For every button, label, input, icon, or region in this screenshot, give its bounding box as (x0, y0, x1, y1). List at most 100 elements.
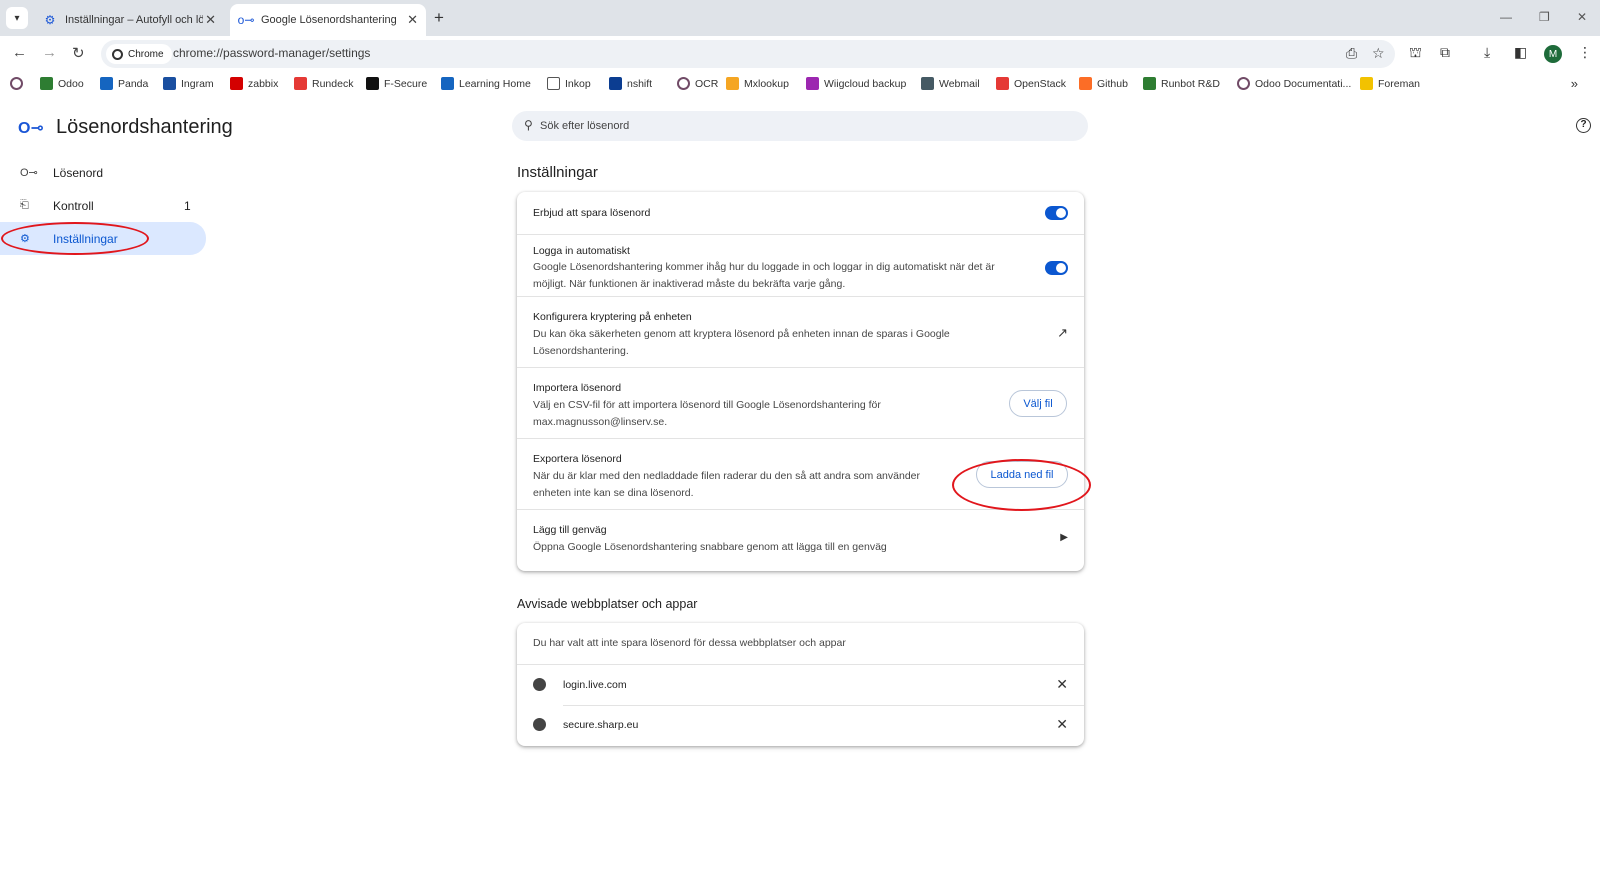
key-icon: O⊸ (20, 167, 38, 179)
bookmark-label: F-Secure (384, 77, 428, 90)
chevron-right-icon: ▶ (1060, 532, 1068, 543)
offer-save-toggle[interactable] (1045, 206, 1068, 220)
close-tab-icon[interactable]: ✕ (205, 12, 216, 28)
shortcut-row[interactable]: Lägg till genväg Öppna Google Lösenordsh… (517, 509, 1084, 571)
bookmark-ocr[interactable]: OCR (677, 77, 718, 90)
site-name: login.live.com (563, 679, 627, 691)
search-icon: ⚲ (524, 118, 533, 132)
webmail-icon (921, 77, 934, 90)
bookmark-label: Mxlookup (744, 77, 789, 90)
tab-strip: ▾ ⚙ Inställningar – Autofyll och lösenor… (0, 0, 1600, 36)
download-icon[interactable]: ⤓ (1484, 44, 1490, 61)
salesforce-icon (441, 77, 454, 90)
password-manager-logo-icon: O⊸ (18, 120, 44, 137)
more-bookmarks-icon[interactable]: » (1571, 76, 1578, 91)
bookmark-label: OpenStack (1014, 77, 1066, 90)
forward-icon[interactable]: → (42, 44, 57, 61)
auto-signin-toggle[interactable] (1045, 261, 1068, 275)
restore-button[interactable]: ❐ (1539, 10, 1550, 24)
rundeck-icon (294, 77, 307, 90)
bookmark-label: zabbix (248, 77, 279, 90)
nshift-icon (609, 77, 622, 90)
bookmark-odoo-documentati[interactable]: Odoo Documentati... (1237, 77, 1351, 90)
key-icon: o⊸ (237, 13, 255, 27)
side-panel-icon[interactable]: ◧ (1514, 44, 1527, 61)
bookmark-label: Learning Home (459, 77, 531, 90)
settings-card: Erbjud att spara lösenord Logga in autom… (517, 192, 1084, 571)
minimize-button[interactable]: — (1500, 10, 1512, 24)
bookmarks-bar: Odoo Panda Ingram zabbix Rundeck F-Secure Lear… (0, 72, 1600, 98)
rejected-heading: Avvisade webbplatser och appar (517, 597, 698, 611)
site-info-chip[interactable]: Chrome (106, 44, 172, 64)
runbot-icon (1143, 77, 1156, 90)
bookmark-nshift[interactable]: nshift (609, 77, 652, 90)
address-bar[interactable]: Chrome chrome://password-manager/setting… (101, 40, 1395, 68)
bookmark-github[interactable]: Github (1079, 77, 1128, 90)
help-icon[interactable]: ? (1576, 118, 1591, 133)
tab-title: Inställningar – Autofyll och lösenord (65, 14, 203, 26)
bookmark-label: Panda (118, 77, 149, 90)
bookmark-star-icon[interactable]: ☆ (1372, 45, 1385, 62)
close-window-button[interactable]: ✕ (1577, 10, 1587, 24)
bookmark-openstack[interactable]: OpenStack (996, 77, 1066, 90)
reload-icon[interactable]: ↻ (72, 44, 85, 62)
checkup-count-badge: 1 (184, 198, 191, 213)
menu-icon[interactable]: ⋮ (1578, 44, 1592, 61)
panda-icon (100, 77, 113, 90)
sidebar-item-passwords[interactable]: O⊸ Lösenord (0, 156, 206, 189)
bookmark-wiigcloud-backup[interactable]: Wiigcloud backup (806, 77, 906, 90)
bookmark-learning-home[interactable]: Learning Home (441, 77, 531, 90)
annotation-circle-export (952, 459, 1091, 511)
bookmark-foreman[interactable]: Foreman (1360, 77, 1420, 90)
tab-password-manager[interactable]: o⊸ Google Lösenordshantering ✕ (230, 4, 426, 36)
bookmark-label: Github (1097, 77, 1128, 90)
tab-search-button[interactable]: ▾ (6, 7, 28, 29)
import-row: Importera lösenord Välj en CSV-fil för a… (517, 367, 1084, 438)
close-tab-icon[interactable]: ✕ (407, 12, 418, 28)
sidebar-item-label: Lösenord (53, 165, 104, 180)
bookmark-ingram[interactable]: Ingram (163, 77, 214, 90)
bookmark-rundeck[interactable]: Rundeck (294, 77, 353, 90)
cloud-icon (806, 77, 819, 90)
export-desc: När du är klar med den nedladdade filen … (533, 470, 920, 499)
remove-icon[interactable]: ✕ (1056, 676, 1068, 693)
encryption-desc: Du kan öka säkerheten genom att kryptera… (533, 328, 950, 357)
external-link-icon[interactable]: ↗ (1057, 325, 1068, 341)
annotation-circle-settings (1, 222, 149, 255)
bookmark-runbot-r-d[interactable]: Runbot R&D (1143, 77, 1220, 90)
back-icon[interactable]: ← (12, 44, 27, 61)
rejected-intro: Du har valt att inte spara lösenord för … (533, 637, 846, 649)
tab-settings-autofill[interactable]: ⚙ Inställningar – Autofyll och lösenord … (34, 4, 224, 36)
auto-signin-row: Logga in automatiskt Google Lösenordshan… (517, 234, 1084, 296)
encryption-row[interactable]: Konfigurera kryptering på enheten Du kan… (517, 296, 1084, 367)
extension-icon[interactable]: ⛫ (1409, 44, 1422, 63)
url-text[interactable]: chrome://password-manager/settings (173, 46, 370, 60)
new-tab-button[interactable]: + (434, 8, 444, 28)
bookmark-panda[interactable]: Panda (100, 77, 148, 90)
choose-file-button[interactable]: Välj fil (1009, 390, 1067, 417)
auto-signin-label: Logga in automatiskt (533, 245, 630, 257)
remove-icon[interactable]: ✕ (1056, 716, 1068, 733)
sidebar-item-checkup[interactable]: ⎗ Kontroll 1 (0, 189, 206, 222)
bookmark-zabbix[interactable]: zabbix (230, 77, 278, 90)
bookmark-inkop[interactable]: Inkop (547, 77, 591, 90)
bookmark-mxlookup[interactable]: Mxlookup (726, 77, 789, 90)
bookmark-webmail[interactable]: Webmail (921, 77, 980, 90)
bookmark-odoo[interactable]: Odoo (40, 77, 84, 90)
install-app-icon[interactable]: ⎙ (1346, 45, 1357, 62)
fsecure-icon (366, 77, 379, 90)
search-input[interactable]: ⚲ Sök efter lösenord (512, 111, 1088, 141)
encryption-label: Konfigurera kryptering på enheten (533, 311, 692, 323)
avatar[interactable]: M (1544, 45, 1562, 63)
offer-save-row: Erbjud att spara lösenord (517, 192, 1084, 234)
extensions-puzzle-icon[interactable]: ⧉ (1440, 44, 1450, 61)
bookmark-label: Wiigcloud backup (824, 77, 907, 90)
bookmark-label: Inkop (565, 77, 591, 90)
bookmark-f-secure[interactable]: F-Secure (366, 77, 427, 90)
bookmark-label: Foreman (1378, 77, 1421, 90)
zabbix-icon (230, 77, 243, 90)
foreman-icon (1360, 77, 1373, 90)
bookmark-odoo-icon-only[interactable] (10, 77, 28, 90)
tab-title: Google Lösenordshantering (261, 14, 397, 26)
checkup-icon: ⎗ (20, 199, 29, 211)
